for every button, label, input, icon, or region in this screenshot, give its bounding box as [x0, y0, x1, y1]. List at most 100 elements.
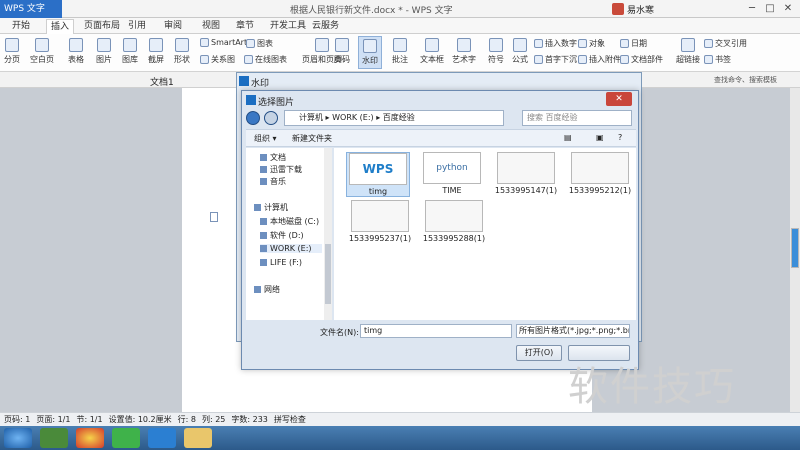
forward-button[interactable] — [264, 111, 278, 125]
hyperlink-button[interactable]: 超链接 — [676, 38, 700, 65]
wordart-icon — [457, 38, 471, 52]
tab-chapter[interactable]: 章节 — [232, 19, 258, 34]
preview-pane-icon[interactable]: ▣ — [596, 133, 604, 142]
organize-button[interactable]: 组织 ▾ — [254, 133, 277, 144]
online-chart-button[interactable]: 在线图表 — [244, 54, 287, 65]
back-button[interactable] — [246, 111, 260, 125]
picture-button[interactable]: 图片 — [96, 38, 112, 65]
tab-view[interactable]: 视图 — [198, 19, 224, 34]
user-name: 易水寒 — [627, 5, 655, 16]
tab-dev-tools[interactable]: 开发工具 — [266, 19, 310, 34]
filetype-select[interactable]: 所有图片格式(*.jpg;*.png;*.bmp — [516, 324, 630, 338]
nav-thunder-downloads[interactable]: 迅雷下载 — [260, 164, 302, 175]
nav-scrollbar[interactable] — [324, 148, 332, 320]
date-button[interactable]: 日期 — [620, 38, 647, 49]
cross-ref-button[interactable]: 交叉引用 — [704, 38, 747, 49]
wps-icon — [246, 95, 256, 105]
formula-button[interactable]: 公式 — [512, 38, 528, 65]
tab-references[interactable]: 引用 — [124, 19, 150, 34]
tab-review[interactable]: 审阅 — [160, 19, 186, 34]
screenshot-icon — [149, 38, 163, 52]
explorer-icon[interactable] — [184, 428, 212, 448]
nav-drive-f[interactable]: LIFE (F:) — [260, 258, 302, 267]
doc-parts-icon — [620, 55, 629, 64]
nav-drive-e[interactable]: WORK (E:) — [260, 244, 322, 253]
page-number-button[interactable]: 页码 — [334, 38, 350, 65]
bookmark-button[interactable]: 书签 — [704, 54, 731, 65]
nav-scroll-thumb[interactable] — [325, 244, 331, 304]
shape-button[interactable]: 形状 — [174, 38, 190, 65]
tab-layout[interactable]: 页面布局 — [80, 19, 124, 34]
vertical-scrollbar[interactable] — [790, 88, 800, 412]
nav-computer[interactable]: 计算机 — [254, 202, 288, 213]
status-spellcheck[interactable]: 拼写检查 — [274, 413, 306, 426]
file-item-timg[interactable]: WPS timg — [346, 152, 410, 197]
view-icon[interactable]: ▤ — [564, 133, 572, 142]
watermark-dialog-title: 水印 — [251, 79, 270, 89]
comment-button[interactable]: 批注 — [392, 38, 408, 65]
blank-page-button[interactable]: 空白页 — [30, 38, 54, 65]
page-break-button[interactable]: 分页 — [4, 38, 20, 65]
insert-attachment-button[interactable]: 插入附件 — [578, 54, 621, 65]
navigation-pane: 文档 迅雷下载 音乐 计算机 本地磁盘 (C:) 软件 (D:) WORK (E… — [246, 148, 332, 320]
start-button[interactable] — [4, 428, 32, 448]
file-item-1533995147[interactable]: 1533995147(1) — [494, 152, 558, 195]
nav-network[interactable]: 网络 — [254, 284, 280, 295]
drop-cap-button[interactable]: 首字下沉 — [534, 54, 577, 65]
chart-button[interactable]: 图表 — [246, 38, 273, 49]
drive-icon — [260, 218, 267, 225]
file-item-time[interactable]: python TIME — [420, 152, 484, 195]
file-thumbnail — [571, 152, 629, 184]
maximize-icon[interactable]: □ — [762, 2, 778, 15]
doc-tab[interactable]: 文档1 — [150, 75, 174, 88]
search-input[interactable]: 搜索 百度经验 — [522, 110, 632, 126]
open-button[interactable]: 打开(O) — [516, 345, 562, 361]
new-folder-button[interactable]: 新建文件夹 — [292, 133, 332, 144]
app-icon[interactable] — [40, 428, 68, 448]
insert-number-button[interactable]: 插入数字 — [534, 38, 577, 49]
close-icon[interactable]: ✕ — [780, 2, 796, 15]
doc-parts-button[interactable]: 文档部件 — [620, 54, 663, 65]
status-section: 节: 1/1 — [76, 415, 103, 424]
relation-diagram-button[interactable]: 关系图 — [200, 54, 235, 65]
command-search[interactable]: 查找命令、搜索模板 — [714, 75, 777, 85]
filename-input[interactable]: timg — [360, 324, 512, 338]
status-wordcount[interactable]: 字数: 233 — [231, 413, 268, 426]
user-area[interactable]: 易水寒 — [612, 2, 654, 16]
chrome-icon[interactable] — [76, 428, 104, 448]
file-item-1533995237[interactable]: 1533995237(1) — [348, 200, 412, 243]
address-bar[interactable]: 计算机 ▸ WORK (E:) ▸ 百度经验 — [284, 110, 504, 126]
help-icon[interactable]: ? — [618, 133, 622, 142]
file-thumbnail — [497, 152, 555, 184]
dialog-toolbar: 组织 ▾ 新建文件夹 ▤ ▣ ? — [246, 129, 636, 147]
wordart-button[interactable]: 艺术字 — [452, 38, 476, 65]
tab-insert[interactable]: 插入 — [46, 19, 75, 34]
minimize-icon[interactable]: ─ — [744, 2, 760, 15]
tab-start[interactable]: 开始 — [8, 19, 34, 34]
textbox-button[interactable]: 文本框 — [420, 38, 444, 65]
scroll-thumb[interactable] — [791, 228, 799, 268]
close-icon[interactable]: ✕ — [606, 92, 632, 106]
nav-music[interactable]: 音乐 — [260, 176, 286, 187]
file-item-1533995288[interactable]: 1533995288(1) — [422, 200, 486, 243]
gallery-button[interactable]: 图库 — [122, 38, 138, 65]
tab-cloud[interactable]: 云服务 — [308, 19, 343, 34]
wechat-icon[interactable] — [112, 428, 140, 448]
symbol-button[interactable]: 符号 — [488, 38, 504, 65]
file-item-1533995212[interactable]: 1533995212(1) — [568, 152, 632, 195]
object-button[interactable]: 对象 — [578, 38, 605, 49]
nav-documents[interactable]: 文档 — [260, 152, 286, 163]
wps-icon — [239, 76, 249, 86]
relation-diagram-icon — [200, 55, 209, 64]
wps-menu-button[interactable]: WPS 文字 — [0, 0, 62, 18]
nav-drive-d[interactable]: 软件 (D:) — [260, 230, 304, 241]
attachment-icon — [578, 55, 587, 64]
bookmark-icon — [704, 55, 713, 64]
screenshot-button[interactable]: 截屏 — [148, 38, 164, 65]
smartart-button[interactable]: SmartArt — [200, 38, 247, 47]
nav-drive-c[interactable]: 本地磁盘 (C:) — [260, 216, 319, 227]
table-button[interactable]: 表格 — [68, 38, 84, 65]
wps-taskbar-icon[interactable] — [148, 428, 176, 448]
calendar-icon — [620, 39, 629, 48]
watermark-button[interactable]: 水印 — [358, 36, 382, 69]
